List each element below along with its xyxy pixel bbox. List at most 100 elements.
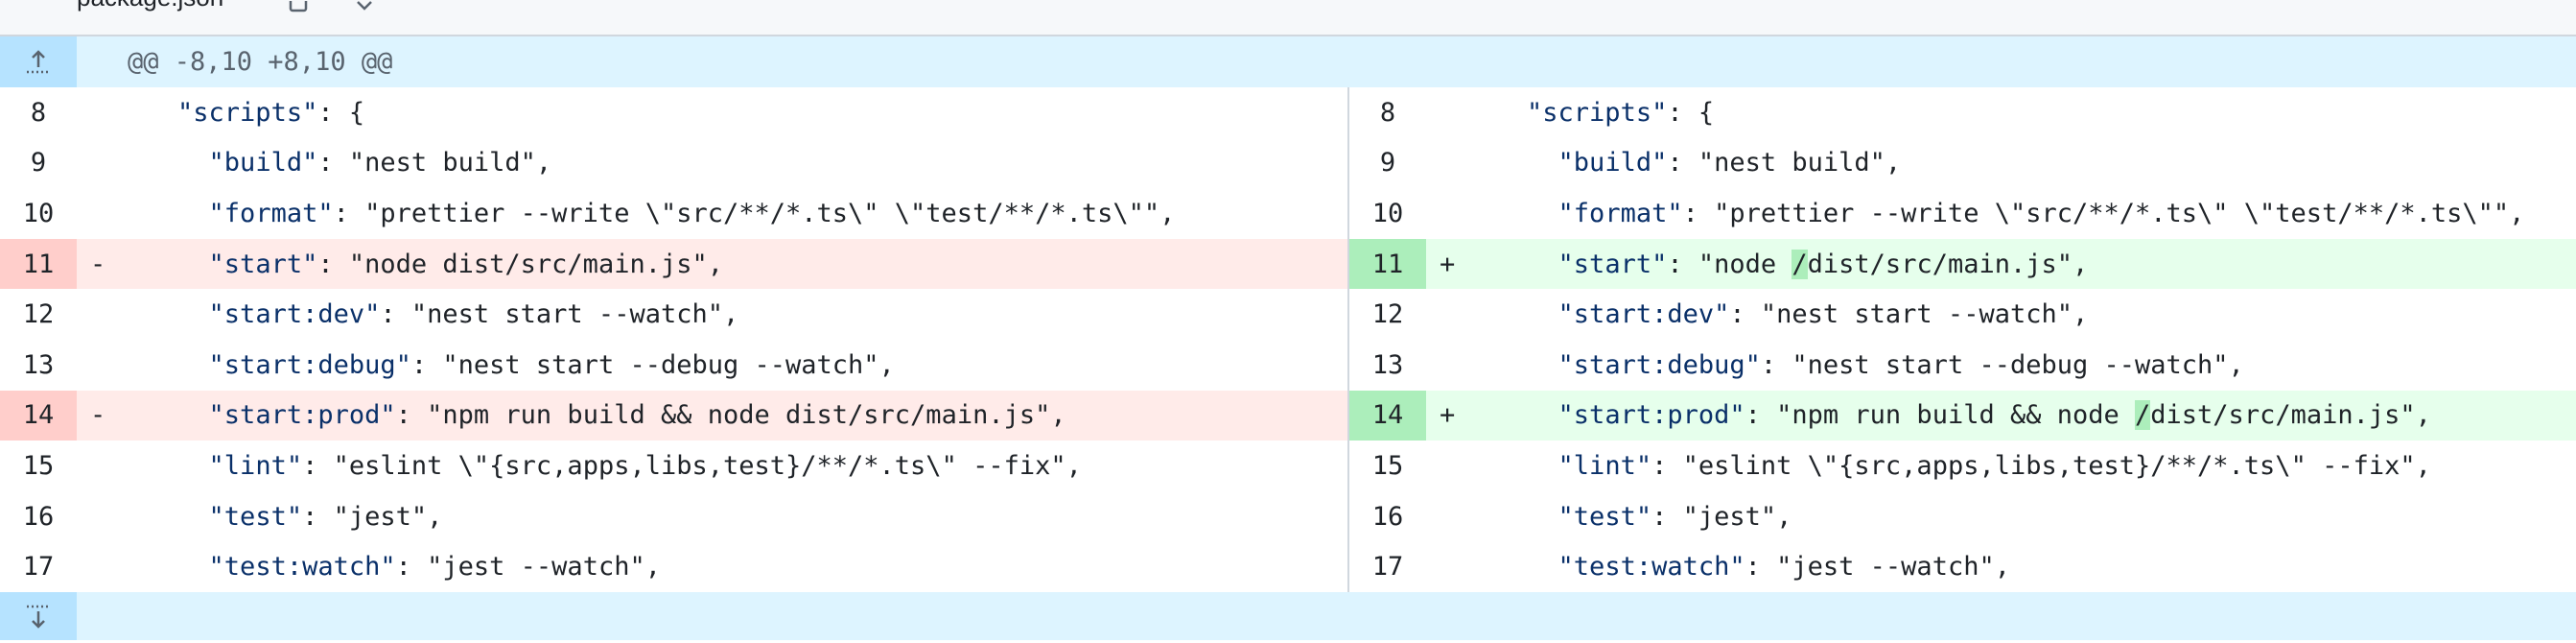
line-number[interactable]: 12 (0, 289, 77, 340)
diff-line: 17 "test:watch": "jest --watch", (0, 541, 1347, 592)
copy-icon[interactable] (288, 0, 311, 18)
code-text: "test:watch": "jest --watch", (1464, 552, 2010, 582)
diff-line: 15 "lint": "eslint \"{src,apps,libs,test… (1349, 441, 2576, 491)
json-value: : "nest build", (1667, 148, 1902, 179)
json-key: "lint" (1557, 450, 1652, 481)
diff-line: 13 "start:debug": "nest start --debug --… (1349, 340, 2576, 391)
line-number[interactable]: 17 (0, 541, 77, 592)
line-number[interactable]: 15 (0, 441, 77, 491)
diff-line: 17 "test:watch": "jest --watch", (1349, 541, 2576, 592)
json-key: "start:debug" (1557, 349, 1761, 380)
json-value: : { (1667, 97, 1715, 128)
code-text: "build": "nest build", (115, 148, 552, 179)
json-value: : "node dist/src/main.js", (317, 249, 723, 279)
line-number[interactable]: 15 (1349, 441, 1426, 491)
json-key: "test" (1557, 501, 1652, 532)
line-number[interactable]: 17 (1349, 541, 1426, 592)
line-number[interactable]: 9 (0, 138, 77, 189)
expand-down-button[interactable] (0, 592, 77, 640)
code-text: "start": "node dist/src/main.js", (115, 250, 723, 279)
file-header: package.json (0, 0, 2576, 36)
diff-line: 9 "build": "nest build", (1349, 138, 2576, 189)
json-value: : "nest start --debug --watch", (410, 349, 895, 380)
line-number[interactable]: 10 (0, 188, 77, 239)
diff-right-side: 8 "scripts": {9 "build": "nest build", 10… (1349, 87, 2576, 592)
line-number[interactable]: 9 (1349, 138, 1426, 189)
diff-line: 8 "scripts": { (0, 87, 1347, 138)
line-number[interactable]: 13 (1349, 340, 1426, 391)
json-key: "start:dev" (1557, 299, 1730, 330)
json-key: "start:prod" (208, 400, 396, 431)
diff-line: 13 "start:debug": "nest start --debug --… (0, 340, 1347, 391)
json-key: "start:debug" (208, 349, 411, 380)
added-highlight: / (1791, 249, 1808, 279)
json-key: "test" (208, 501, 303, 532)
added-highlight: / (2135, 400, 2151, 431)
code-text: "start:prod": "npm run build && node dis… (115, 400, 1066, 430)
diff-line: 12 "start:dev": "nest start --watch", (1349, 289, 2576, 340)
expand-up-button[interactable] (0, 36, 77, 87)
line-number[interactable]: 11 (0, 238, 77, 290)
diff-left-side: 8 "scripts": {9 "build": "nest build", 10… (0, 87, 1349, 592)
line-number[interactable]: 13 (0, 340, 77, 391)
hunk-header: @@ -8,10 +8,10 @@ (0, 36, 2576, 87)
json-value: : "nest build", (317, 148, 552, 179)
line-number[interactable]: 8 (1349, 87, 1426, 138)
json-value: : { (317, 97, 365, 128)
chevron-down-icon[interactable] (353, 0, 376, 18)
code-text: "build": "nest build", (1464, 148, 1902, 179)
line-number[interactable]: 10 (1349, 188, 1426, 239)
json-value: dist/src/main.js", (2150, 400, 2431, 431)
json-key: "start:prod" (1557, 400, 1745, 431)
code-text: "start:debug": "nest start --debug --wat… (115, 350, 895, 380)
line-number[interactable]: 14 (1349, 390, 1426, 441)
json-key: "build" (1557, 148, 1668, 179)
diff-marker: - (90, 249, 106, 279)
line-number[interactable]: 12 (1349, 289, 1426, 340)
diff-line: 11 + "start": "node /dist/src/main.js", (1349, 238, 2576, 290)
expand-up-icon (27, 49, 50, 73)
code-text: "lint": "eslint \"{src,apps,libs,test}/*… (115, 451, 1082, 481)
json-value: : "prettier --write \"src/**/*.ts\" \"te… (1682, 198, 2525, 228)
diff-line: 12 "start:dev": "nest start --watch", (0, 289, 1347, 340)
file-name[interactable]: package.json (77, 0, 223, 12)
json-value: dist/src/main.js", (1807, 249, 2089, 279)
json-key: "lint" (208, 450, 303, 481)
diff-line: 14- "start:prod": "npm run build && node… (0, 390, 1347, 441)
json-key: "test:watch" (208, 552, 396, 583)
expand-down-icon (27, 605, 50, 629)
json-value: : "eslint \"{src,apps,libs,test}/**/*.ts… (1651, 450, 2431, 481)
code-text: "start:debug": "nest start --debug --wat… (1464, 350, 2244, 380)
hunk-footer (0, 592, 2576, 640)
json-key: "test:watch" (1557, 552, 1745, 583)
diff-marker: - (90, 400, 106, 431)
line-number[interactable]: 8 (0, 87, 77, 138)
json-value: : "node (1667, 249, 1792, 279)
code-text: "test:watch": "jest --watch", (115, 552, 661, 582)
json-key: "build" (208, 148, 318, 179)
json-value: : "eslint \"{src,apps,libs,test}/**/*.ts… (302, 450, 1082, 481)
split-diff: 8 "scripts": {9 "build": "nest build", 10… (0, 87, 2576, 592)
json-value: : "nest start --watch", (380, 299, 739, 330)
json-key: "scripts" (177, 97, 318, 128)
diff-line: 9 "build": "nest build", (0, 138, 1347, 189)
json-value: : "npm run build && node dist/src/main.j… (395, 400, 1066, 431)
line-number[interactable]: 11 (1349, 238, 1426, 290)
line-number[interactable]: 14 (0, 390, 77, 441)
line-number[interactable]: 16 (1349, 491, 1426, 542)
line-number[interactable]: 16 (0, 491, 77, 542)
code-text: "lint": "eslint \"{src,apps,libs,test}/*… (1464, 451, 2431, 481)
json-value: : "nest start --debug --watch", (1760, 349, 2244, 380)
